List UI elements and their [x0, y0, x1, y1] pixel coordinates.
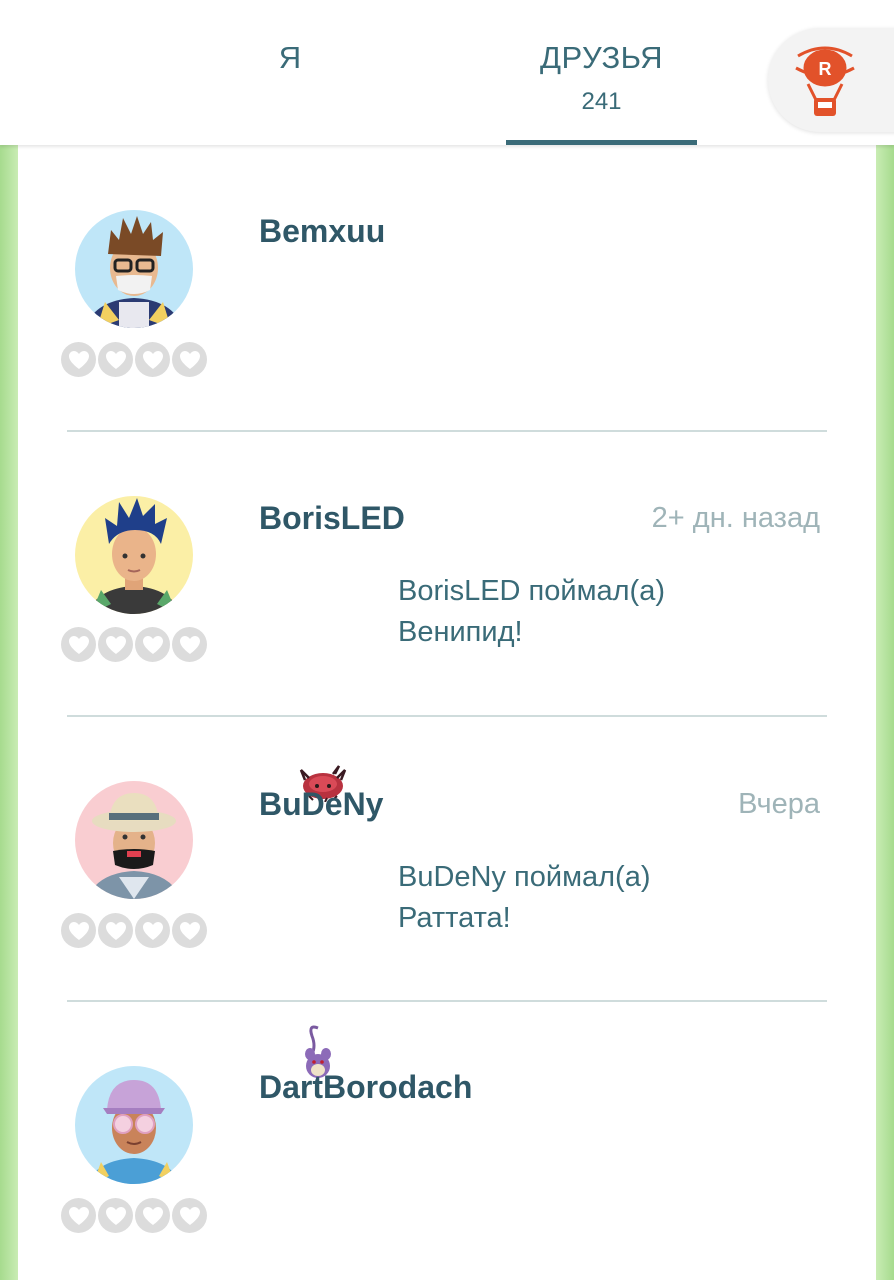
friend-item-budeny[interactable]: BuDeNy Вчера BuDeNy поймал(а) Раттата!: [18, 717, 876, 1078]
team-rocket-balloon-icon: R: [795, 46, 855, 116]
avatar: [75, 781, 193, 899]
activity-line: Раттата!: [398, 902, 511, 934]
avatar: [75, 496, 193, 614]
heart-outline-icon: [135, 342, 170, 377]
friend-name: Bemxuu: [259, 213, 386, 249]
heart-outline-icon: [61, 913, 96, 948]
friendship-hearts: [61, 1198, 207, 1233]
tab-friends[interactable]: ДРУЗЬЯ 241: [506, 0, 697, 145]
heart-outline-icon: [135, 627, 170, 662]
heart-outline-icon: [98, 913, 133, 948]
friend-item-dartborodach[interactable]: DartBorodach: [18, 1002, 876, 1280]
activity-text: BuDeNy поймал(а) Раттата!: [398, 857, 818, 939]
heart-outline-icon: [98, 627, 133, 662]
friend-name: BuDeNy: [259, 786, 384, 822]
friendship-hearts: [61, 913, 207, 948]
heart-outline-icon: [135, 1198, 170, 1233]
heart-outline-icon: [172, 627, 207, 662]
tab-me[interactable]: Я: [190, 0, 390, 145]
left-green-frame: [0, 145, 18, 1280]
friend-item-bemxuu[interactable]: Bemxuu: [18, 145, 876, 430]
heart-outline-icon: [61, 342, 96, 377]
last-seen-time: 2+ дн. назад: [651, 502, 820, 534]
heart-outline-icon: [61, 1198, 96, 1233]
heart-outline-icon: [172, 1198, 207, 1233]
heart-outline-icon: [98, 342, 133, 377]
friend-item-borisled[interactable]: BorisLED 2+ дн. назад BorisLED поймал(а)…: [18, 432, 876, 803]
activity-text: BorisLED поймал(а) Венипид!: [398, 571, 818, 653]
right-green-frame: [876, 145, 894, 1280]
heart-outline-icon: [172, 913, 207, 948]
balloon-button[interactable]: R: [768, 28, 894, 132]
friends-screen: Я ДРУЗЬЯ 241 R Bemxuu BorisLED 2+ дн. на…: [0, 0, 894, 1280]
heart-outline-icon: [135, 913, 170, 948]
friends-list[interactable]: Bemxuu BorisLED 2+ дн. назад BorisLED по…: [18, 145, 876, 1280]
activity-line: BuDeNy поймал(а): [398, 861, 651, 893]
svg-text:R: R: [819, 59, 832, 79]
friendship-hearts: [61, 342, 207, 377]
heart-outline-icon: [172, 342, 207, 377]
heart-outline-icon: [61, 627, 96, 662]
last-seen-time: Вчера: [738, 788, 820, 820]
friends-count: 241: [581, 88, 622, 115]
activity-line: Венипид!: [398, 616, 523, 648]
tab-me-label: Я: [278, 40, 302, 75]
friend-name: BorisLED: [259, 500, 405, 536]
avatar: [75, 1066, 193, 1184]
tab-friends-label: ДРУЗЬЯ: [539, 40, 664, 75]
friend-name: DartBorodach: [259, 1069, 473, 1105]
heart-outline-icon: [98, 1198, 133, 1233]
avatar: [75, 210, 193, 328]
tab-bar: Я ДРУЗЬЯ 241 R: [0, 0, 894, 145]
friendship-hearts: [61, 627, 207, 662]
active-tab-indicator: [506, 140, 697, 145]
activity-line: BorisLED поймал(а): [398, 575, 666, 607]
